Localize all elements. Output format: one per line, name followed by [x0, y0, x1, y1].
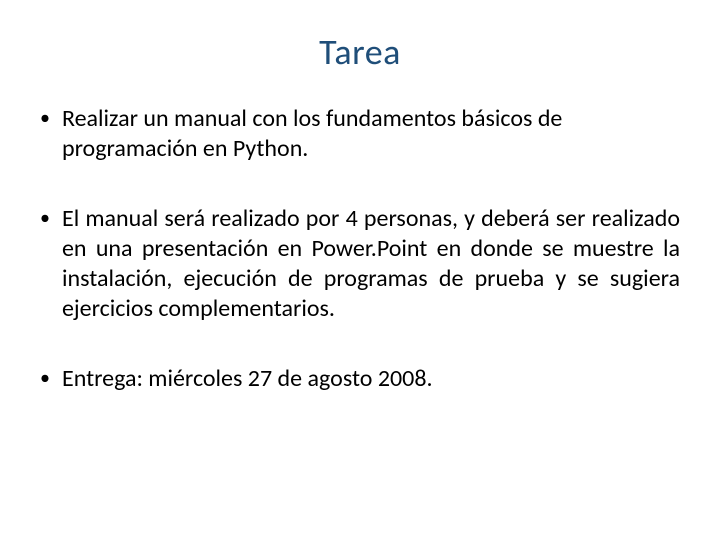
bullet-list: • Realizar un manual con los fundamentos… [40, 104, 680, 394]
bullet-icon: • [40, 104, 50, 132]
bullet-text: Entrega: miércoles 27 de agosto 2008. [62, 364, 680, 394]
slide-title: Tarea [40, 30, 680, 74]
bullet-icon: • [40, 364, 50, 392]
bullet-text: Realizar un manual con los fundamentos b… [62, 104, 680, 164]
bullet-icon: • [40, 204, 50, 232]
list-item: • El manual será realizado por 4 persona… [40, 204, 680, 324]
list-item: • Realizar un manual con los fundamentos… [40, 104, 680, 164]
bullet-text: El manual será realizado por 4 personas,… [62, 204, 680, 324]
list-item: • Entrega: miércoles 27 de agosto 2008. [40, 364, 680, 394]
